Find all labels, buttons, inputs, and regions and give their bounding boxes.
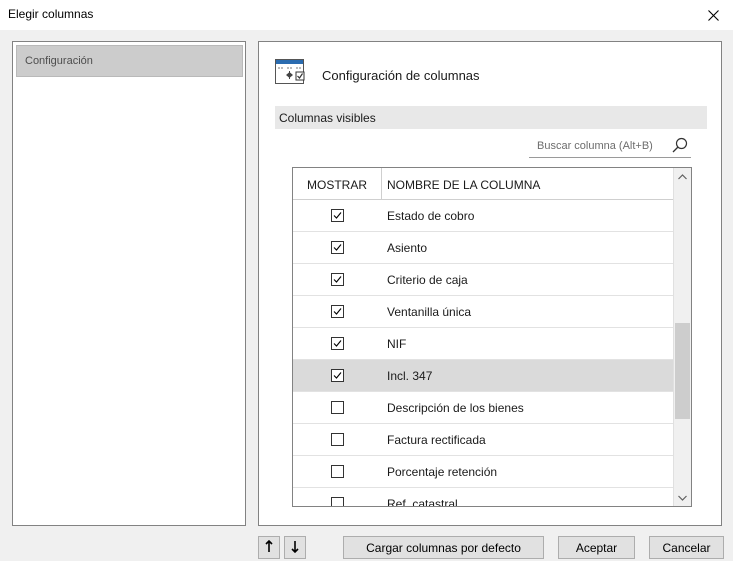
show-checkbox[interactable] — [331, 401, 344, 414]
table-row[interactable]: Factura rectificada — [293, 424, 674, 456]
checkmark-icon — [333, 212, 342, 219]
columns-table: MOSTRAR NOMBRE DE LA COLUMNA Estado de c… — [292, 167, 692, 507]
cancel-button[interactable]: Cancelar — [649, 536, 724, 559]
column-header-name[interactable]: NOMBRE DE LA COLUMNA — [382, 168, 674, 200]
footer-bar: Cargar columnas por defecto Aceptar Canc… — [0, 533, 733, 561]
column-name: Descripción de los bienes — [387, 401, 524, 415]
search-box — [529, 134, 691, 158]
table-row[interactable]: Descripción de los bienes — [293, 392, 674, 424]
checkmark-icon — [333, 340, 342, 347]
table-row[interactable]: Porcentaje retención — [293, 456, 674, 488]
scroll-down-button[interactable] — [674, 489, 691, 506]
table-row[interactable]: Ref. catastral — [293, 488, 674, 507]
column-name: NIF — [387, 337, 407, 351]
vertical-scrollbar[interactable] — [673, 168, 691, 506]
scroll-thumb[interactable] — [675, 323, 690, 419]
section-header: Columnas visibles — [275, 106, 707, 129]
move-up-button[interactable] — [258, 536, 280, 559]
column-name: Ventanilla única — [387, 305, 472, 319]
column-name: Ref. catastral — [387, 497, 458, 507]
column-name: Incl. 347 — [387, 369, 433, 383]
checkmark-icon — [333, 244, 342, 251]
show-checkbox[interactable] — [331, 433, 344, 446]
sidebar-item-label: Configuración — [25, 55, 93, 67]
checkmark-icon — [333, 308, 342, 315]
show-checkbox[interactable] — [331, 497, 344, 506]
show-checkbox[interactable] — [331, 465, 344, 478]
main-panel: Configuración de columnas Columnas visib… — [258, 41, 722, 526]
search-icon[interactable] — [671, 136, 689, 154]
show-checkbox[interactable] — [331, 305, 344, 318]
table-row-selected[interactable]: Incl. 347 — [293, 360, 674, 392]
column-name: Criterio de caja — [387, 273, 468, 287]
table-row[interactable]: NIF — [293, 328, 674, 360]
chevron-down-icon — [678, 495, 687, 501]
window-title: Elegir columnas — [8, 7, 94, 21]
ok-button[interactable]: Aceptar — [558, 536, 635, 559]
table-row[interactable]: Estado de cobro — [293, 200, 674, 232]
arrow-down-icon — [291, 541, 299, 553]
show-checkbox[interactable] — [331, 209, 344, 222]
show-checkbox[interactable] — [331, 241, 344, 254]
title-bar: Elegir columnas — [0, 0, 733, 30]
table-header: MOSTRAR NOMBRE DE LA COLUMNA — [293, 168, 674, 200]
column-name: Porcentaje retención — [387, 465, 498, 479]
section-label: Columnas visibles — [279, 111, 376, 125]
move-down-button[interactable] — [284, 536, 306, 559]
columns-config-icon — [275, 59, 305, 84]
load-default-columns-button[interactable]: Cargar columnas por defecto — [343, 536, 544, 559]
checkmark-icon — [333, 372, 342, 379]
table-row[interactable]: Asiento — [293, 232, 674, 264]
chevron-up-icon — [678, 173, 687, 179]
close-icon — [707, 9, 719, 21]
column-name: Factura rectificada — [387, 433, 486, 447]
arrow-up-icon — [265, 540, 273, 552]
show-checkbox[interactable] — [331, 273, 344, 286]
sidebar: Configuración — [12, 41, 246, 526]
close-button[interactable] — [693, 0, 733, 30]
column-header-show[interactable]: MOSTRAR — [293, 168, 382, 200]
table-body: Estado de cobro Asiento Criterio de caja… — [293, 200, 674, 507]
table-row[interactable]: Ventanilla única — [293, 296, 674, 328]
sidebar-item-configuracion[interactable]: Configuración — [16, 45, 243, 77]
column-name: Asiento — [387, 241, 428, 255]
show-checkbox[interactable] — [331, 337, 344, 350]
search-input[interactable] — [529, 136, 665, 156]
show-checkbox[interactable] — [331, 369, 344, 382]
table-row[interactable]: Criterio de caja — [293, 264, 674, 296]
checkmark-icon — [333, 276, 342, 283]
column-name: Estado de cobro — [387, 209, 475, 223]
scroll-up-button[interactable] — [674, 168, 691, 185]
page-title: Configuración de columnas — [322, 68, 480, 83]
